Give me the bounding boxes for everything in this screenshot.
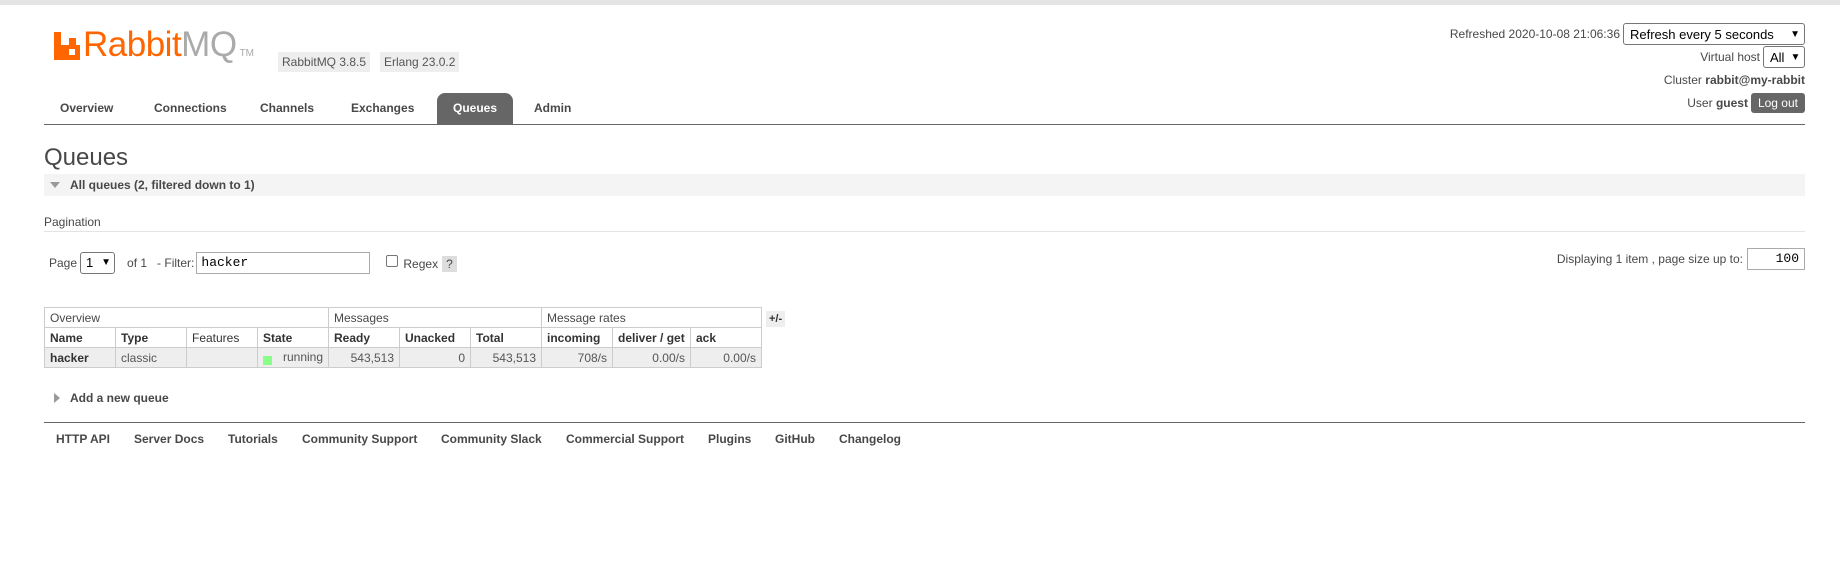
- virtual-host-select[interactable]: All ▼: [1763, 46, 1805, 68]
- footer-link-http-api[interactable]: HTTP API: [56, 432, 110, 446]
- queue-name-link[interactable]: hacker: [44, 347, 116, 368]
- column-state[interactable]: State: [257, 327, 329, 348]
- regex-help-button[interactable]: ?: [442, 255, 457, 272]
- page-label: Page: [49, 255, 78, 270]
- footer-link-community-slack[interactable]: Community Slack: [441, 432, 542, 446]
- column-unacked[interactable]: Unacked: [399, 327, 471, 348]
- trademark-mark: TM: [239, 48, 255, 59]
- column-incoming[interactable]: incoming: [541, 327, 613, 348]
- footer-link-community-support[interactable]: Community Support: [302, 432, 417, 446]
- queue-total: 543,513: [470, 347, 542, 368]
- queue-state: running: [257, 347, 329, 368]
- group-messages: Messages: [328, 307, 542, 328]
- refresh-interval-select[interactable]: Refresh every 5 seconds ▼: [1623, 23, 1805, 45]
- all-queues-section-toggle[interactable]: All queues (2, filtered down to 1): [44, 174, 1805, 196]
- rabbitmq-logo: RabbitMQ TM: [54, 25, 255, 64]
- refreshed-timestamp: Refreshed 2020-10-08 21:06:36: [1449, 27, 1620, 41]
- queues-table: Overview Messages Message rates Name Typ…: [44, 307, 762, 368]
- display-count-label: Displaying 1 item , page size up to:: [1556, 252, 1743, 266]
- tab-connections[interactable]: Connections: [138, 93, 243, 124]
- column-deliver-get[interactable]: deliver / get: [612, 327, 691, 348]
- queue-state-label: running: [282, 350, 323, 364]
- column-name[interactable]: Name: [44, 327, 116, 348]
- column-type[interactable]: Type: [115, 327, 187, 348]
- footer-link-commercial-support[interactable]: Commercial Support: [566, 432, 684, 446]
- footer-link-github[interactable]: GitHub: [775, 432, 815, 446]
- cluster-label: Cluster: [1663, 73, 1702, 87]
- footer: HTTP API Server Docs Tutorials Community…: [44, 422, 1805, 456]
- page-select[interactable]: 1 ▼: [80, 251, 116, 274]
- queue-ready: 543,513: [328, 347, 400, 368]
- queue-features: [186, 347, 258, 368]
- chevron-down-icon: ▼: [1790, 51, 1801, 63]
- filter-input[interactable]: hacker: [196, 251, 371, 274]
- virtual-host-label: Virtual host: [1700, 50, 1760, 64]
- collapse-triangle-icon: [50, 182, 60, 188]
- page-size-control: Displaying 1 item , page size up to: 100: [1557, 248, 1805, 270]
- column-ack[interactable]: ack: [690, 327, 762, 348]
- group-overview: Overview: [44, 307, 329, 328]
- chevron-down-icon: ▼: [101, 257, 112, 268]
- queue-unacked: 0: [399, 347, 471, 368]
- expand-triangle-icon: [54, 393, 60, 403]
- footer-link-plugins[interactable]: Plugins: [708, 432, 751, 446]
- page-title: Queues: [44, 144, 129, 171]
- pagination-controls: Page 1 ▼ of 1 - Filter: hacker Regex ?: [49, 251, 457, 274]
- divider: [44, 231, 1805, 232]
- footer-link-tutorials[interactable]: Tutorials: [228, 432, 278, 446]
- running-status-icon: [263, 356, 272, 365]
- main-nav: Overview Connections Channels Exchanges …: [44, 93, 1805, 125]
- tab-queues[interactable]: Queues: [437, 93, 514, 124]
- chevron-down-icon: ▼: [1790, 28, 1800, 40]
- queue-deliver-get-rate: 0.00/s: [612, 347, 691, 368]
- pagination-label: Pagination: [44, 215, 101, 229]
- add-queue-section-toggle[interactable]: Add a new queue: [44, 389, 169, 407]
- column-group-row: Overview Messages Message rates: [44, 307, 762, 328]
- queue-ack-rate: 0.00/s: [690, 347, 762, 368]
- footer-link-server-docs[interactable]: Server Docs: [134, 432, 204, 446]
- toggle-columns-button[interactable]: +/-: [766, 311, 786, 327]
- column-total[interactable]: Total: [470, 327, 542, 348]
- regex-checkbox[interactable]: [386, 255, 399, 267]
- cluster-name: rabbit@my-rabbit: [1705, 73, 1805, 87]
- column-features[interactable]: Features: [186, 327, 258, 348]
- rabbitmq-version-badge: RabbitMQ 3.8.5: [278, 52, 371, 72]
- tab-channels[interactable]: Channels: [244, 93, 330, 124]
- filter-label: - Filter:: [157, 255, 195, 270]
- footer-link-changelog[interactable]: Changelog: [839, 432, 901, 446]
- add-queue-label: Add a new queue: [70, 391, 169, 405]
- section-title: All queues (2, filtered down to 1): [70, 178, 255, 192]
- page-count: of 1: [127, 255, 148, 270]
- group-message-rates: Message rates: [541, 307, 762, 328]
- queue-type: classic: [115, 347, 187, 368]
- logo-wordmark: RabbitMQ: [83, 25, 237, 64]
- refresh-interval-value: Refresh every 5 seconds: [1630, 26, 1774, 42]
- page-select-value: 1: [86, 255, 94, 270]
- column-ready[interactable]: Ready: [328, 327, 400, 348]
- virtual-host-value: All: [1770, 49, 1785, 65]
- tab-admin[interactable]: Admin: [518, 93, 587, 124]
- regex-label: Regex: [403, 256, 439, 271]
- page-size-input[interactable]: 100: [1747, 248, 1805, 270]
- erlang-version-badge: Erlang 23.0.2: [380, 52, 460, 72]
- rabbitmq-logo-icon: [54, 32, 80, 60]
- table-row[interactable]: hacker classic running 543,513 0 543,513…: [44, 347, 762, 368]
- tab-overview[interactable]: Overview: [44, 93, 129, 124]
- column-header-row: Name Type Features State Ready Unacked T…: [44, 327, 762, 348]
- tab-exchanges[interactable]: Exchanges: [335, 93, 430, 124]
- queue-incoming-rate: 708/s: [541, 347, 613, 368]
